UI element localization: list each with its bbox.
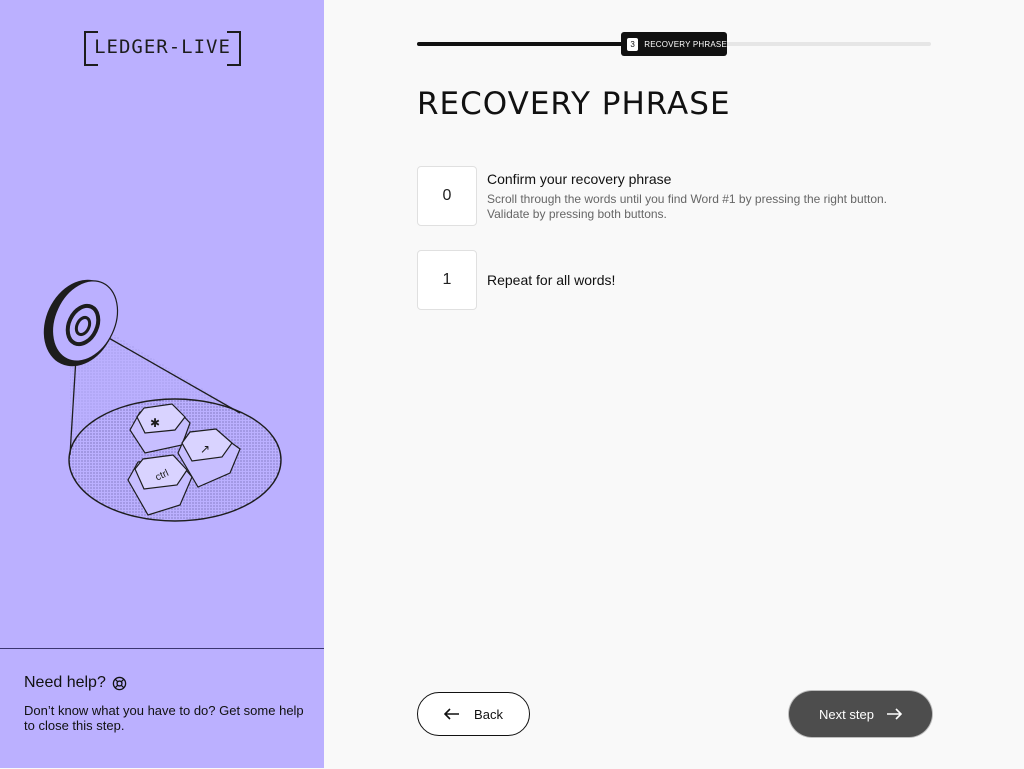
step-description: Scroll through the words until you find … (487, 191, 888, 221)
help-title[interactable]: Need help? (24, 674, 127, 692)
lifebuoy-icon (112, 676, 127, 690)
step-index-box: 1 (417, 250, 477, 310)
help-title-text: Need help? (24, 674, 106, 691)
step-title: Repeat for all words! (487, 272, 616, 288)
logo-bracket-right (227, 31, 241, 66)
next-step-button[interactable]: Next step (789, 691, 932, 737)
page-title: RECOVERY PHRASE (417, 86, 731, 122)
step-label: RECOVERY PHRASE (644, 39, 727, 49)
help-section: Need help? Don’t know what you have to d… (0, 648, 324, 769)
arrow-right-icon (886, 708, 902, 720)
arrow-left-icon (444, 708, 460, 720)
back-button-label: Back (474, 706, 503, 722)
step-index-box: 0 (417, 166, 477, 226)
step-title: Confirm your recovery phrase (487, 170, 672, 187)
logo-text: LEDGER-LIVE (94, 36, 231, 58)
ledger-live-logo: LEDGER-LIVE (84, 31, 241, 66)
instruction-step: 1 Repeat for all words! (417, 250, 615, 310)
step-content: Repeat for all words! (487, 272, 615, 288)
instruction-step: 0 Confirm your recovery phrase Scroll th… (417, 166, 927, 226)
step-content: Confirm your recovery phrase Scroll thro… (487, 171, 927, 222)
back-button[interactable]: Back (417, 692, 530, 736)
help-text[interactable]: Don’t know what you have to do? Get some… (24, 703, 309, 733)
sidebar: LEDGER-LIVE ✱ ↗ ctrl Need help? Don’t kn… (0, 0, 324, 768)
step-number: 3 (627, 37, 639, 51)
progress-fill (417, 42, 633, 46)
current-step-badge: 3 RECOVERY PHRASE (621, 32, 727, 56)
next-step-button-label: Next step (819, 706, 874, 722)
key-asterisk-label: ✱ (150, 416, 160, 430)
recovery-illustration: ✱ ↗ ctrl (43, 279, 282, 522)
key-arrow-label: ↗ (200, 442, 210, 456)
